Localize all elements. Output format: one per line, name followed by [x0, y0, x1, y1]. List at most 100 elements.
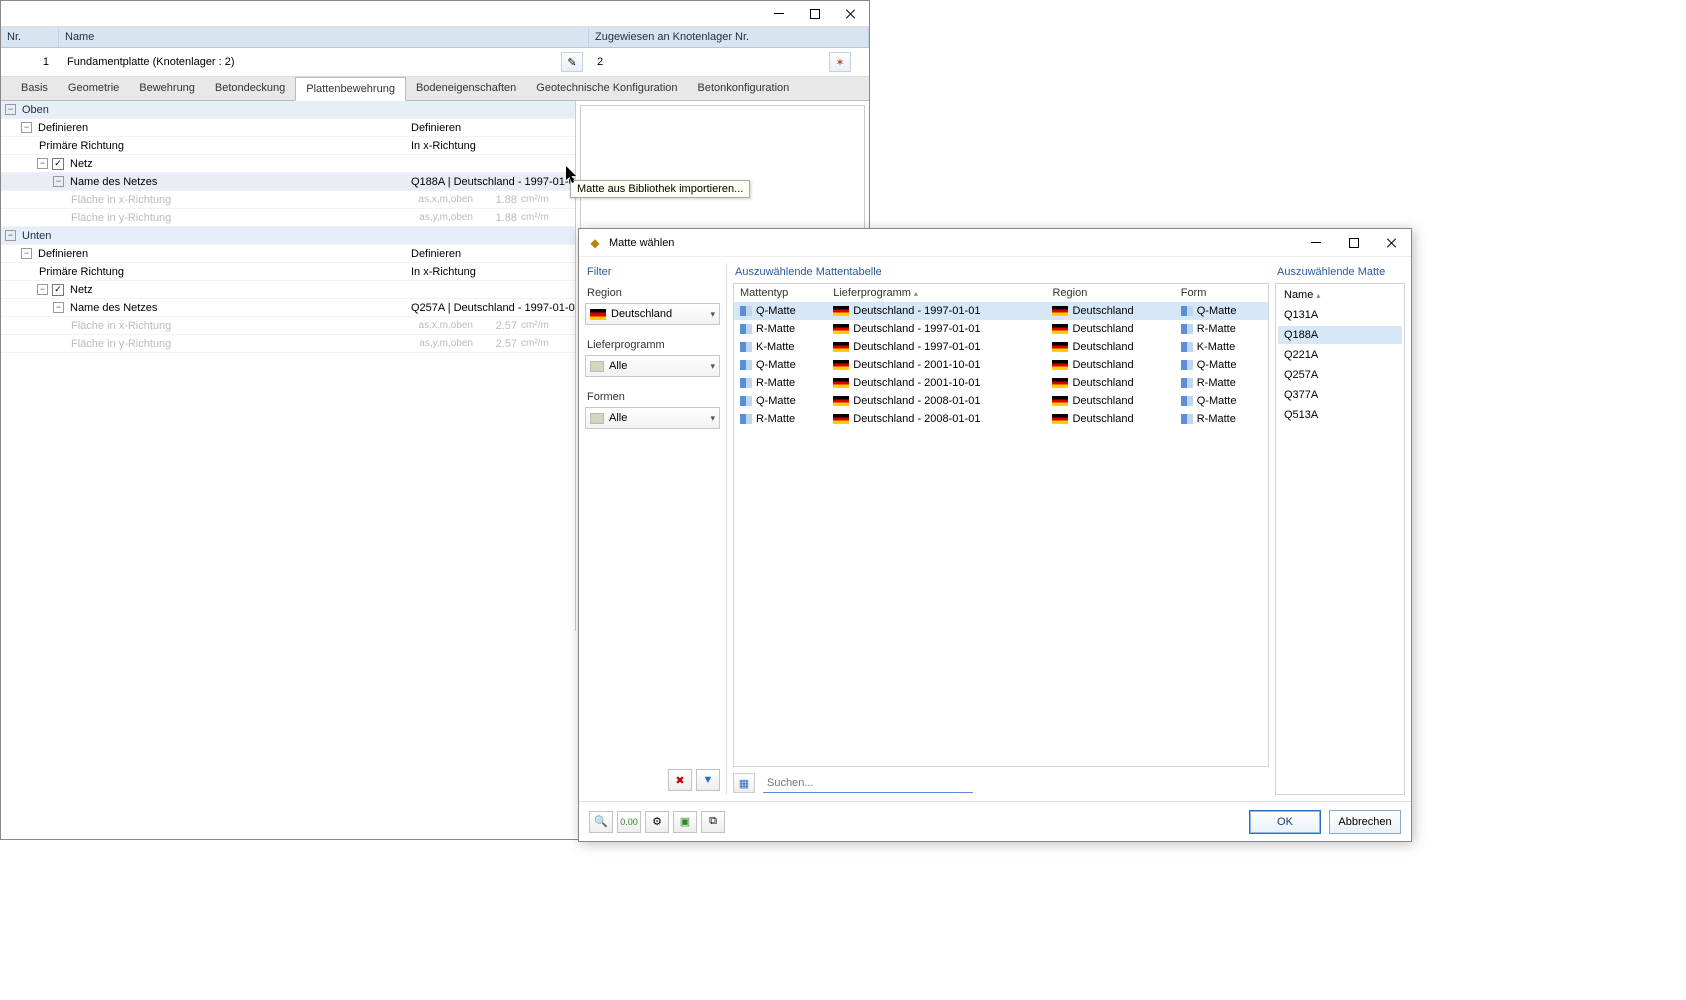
expand-icon[interactable]: − — [5, 104, 16, 115]
tree-label: Primäre Richtung — [37, 266, 411, 278]
list-item[interactable]: Q131A — [1278, 306, 1402, 324]
tree-value[interactable]: Q188A | Deutschland - 1997-01-01 — [411, 176, 571, 188]
footer-tool-units[interactable]: 0.00 — [617, 811, 641, 833]
zug-pick-button[interactable]: ✶ — [829, 52, 851, 72]
region-select[interactable]: Deutschland ▾ — [585, 303, 720, 325]
dialog-maximize-button[interactable] — [1335, 229, 1373, 257]
apply-filter-button[interactable]: ▼ — [696, 769, 720, 791]
type-icon — [740, 396, 752, 406]
table-row[interactable]: R-MatteDeutschland - 2001-10-01Deutschla… — [734, 374, 1268, 392]
expand-icon[interactable]: − — [37, 158, 48, 169]
tree-value[interactable]: Q257A | Deutschland - 1997-01-01 — [411, 302, 571, 314]
list-item[interactable]: Q513A — [1278, 406, 1402, 424]
close-button[interactable] — [833, 1, 869, 27]
table-row[interactable]: R-MatteDeutschland - 2008-01-01Deutschla… — [734, 410, 1268, 428]
col-prog[interactable]: Lieferprogramm▴ — [827, 284, 1046, 302]
ok-button[interactable]: OK — [1249, 810, 1321, 834]
list-item[interactable]: Q188A — [1278, 326, 1402, 344]
tree-label: Fläche in x-Richtung — [69, 194, 418, 206]
property-tree[interactable]: −Oben−DefinierenDefinierenPrimäre Richtu… — [1, 101, 576, 631]
tab-plattenbewehrung[interactable]: Plattenbewehrung — [295, 77, 406, 101]
dialog-icon: ◆ — [587, 235, 603, 251]
matte-list[interactable]: Name▴ Q131A Q188A Q221A Q257A Q377A Q513A — [1276, 284, 1404, 426]
tree-definieren[interactable]: −DefinierenDefinieren — [1, 119, 575, 137]
table-row[interactable]: Q-MatteDeutschland - 2001-10-01Deutschla… — [734, 356, 1268, 374]
table-row[interactable]: K-MatteDeutschland - 1997-01-01Deutschla… — [734, 338, 1268, 356]
cancel-button[interactable]: Abbrechen — [1329, 810, 1401, 834]
formen-select[interactable]: Alle ▾ — [585, 407, 720, 429]
tab-betonkonfiguration[interactable]: Betonkonfiguration — [688, 77, 800, 100]
expand-icon[interactable]: − — [21, 122, 32, 133]
formen-value: Alle — [609, 412, 627, 424]
col-region[interactable]: Region — [1046, 284, 1174, 302]
chevron-down-icon: ▾ — [710, 413, 715, 424]
type-icon — [1181, 342, 1193, 352]
col-form[interactable]: Form — [1175, 284, 1268, 302]
zug-input[interactable] — [595, 53, 825, 71]
list-item[interactable]: Q377A — [1278, 386, 1402, 404]
tree-primaer[interactable]: Primäre RichtungIn x-Richtung — [1, 137, 575, 155]
toggle-search-button[interactable]: ▦ — [733, 773, 755, 793]
matte-dialog: ◆ Matte wählen Filter Region Deutschland… — [578, 228, 1412, 842]
table-row[interactable]: Q-MatteDeutschland - 1997-01-01Deutschla… — [734, 302, 1268, 320]
copy-icon: ⧉ — [709, 815, 717, 828]
mat-col-header[interactable]: Name▴ — [1278, 286, 1402, 304]
tree-value[interactable]: Definieren — [411, 122, 571, 134]
dialog-minimize-button[interactable] — [1297, 229, 1335, 257]
expand-icon[interactable]: − — [21, 248, 32, 259]
tab-geotechnische konfiguration[interactable]: Geotechnische Konfiguration — [526, 77, 687, 100]
footer-tool-3[interactable]: ⚙ — [645, 811, 669, 833]
tree-primaer[interactable]: Primäre RichtungIn x-Richtung — [1, 263, 575, 281]
liefer-select[interactable]: Alle ▾ — [585, 355, 720, 377]
tree-unten[interactable]: −Unten — [1, 227, 575, 245]
tree-definieren[interactable]: −DefinierenDefinieren — [1, 245, 575, 263]
checkbox[interactable]: ✓ — [52, 284, 64, 296]
filter-pane: Filter Region Deutschland ▾ Lieferprogra… — [585, 263, 720, 795]
gear-icon: ⚙ — [652, 815, 662, 828]
tree-oben[interactable]: −Oben — [1, 101, 575, 119]
tree-label: Primäre Richtung — [37, 140, 411, 152]
table-row[interactable]: R-MatteDeutschland - 1997-01-01Deutschla… — [734, 320, 1268, 338]
liefer-value: Alle — [609, 360, 627, 372]
region-value: Deutschland — [611, 308, 672, 320]
tree-netz[interactable]: −✓Netz — [1, 155, 575, 173]
name-edit-button[interactable]: ✎ — [561, 52, 583, 72]
table-row[interactable]: Q-MatteDeutschland - 2008-01-01Deutschla… — [734, 392, 1268, 410]
minimize-button[interactable] — [761, 1, 797, 27]
tree-value[interactable]: Definieren — [411, 248, 571, 260]
checkbox[interactable]: ✓ — [52, 158, 64, 170]
tab-geometrie[interactable]: Geometrie — [58, 77, 129, 100]
tree-value[interactable]: In x-Richtung — [411, 266, 571, 278]
tree-value[interactable]: In x-Richtung — [411, 140, 571, 152]
list-item[interactable]: Q257A — [1278, 366, 1402, 384]
footer-tool-zoom[interactable]: 🔍 — [589, 811, 613, 833]
matte-table[interactable]: Mattentyp Lieferprogramm▴ Region Form Q-… — [734, 284, 1268, 428]
expand-icon[interactable]: − — [37, 284, 48, 295]
tab-betondeckung[interactable]: Betondeckung — [205, 77, 295, 100]
flag-de-icon — [1052, 306, 1068, 316]
footer-tool-5[interactable]: ⧉ — [701, 811, 725, 833]
tree-name-netz[interactable]: −Name des NetzesQ257A | Deutschland - 19… — [1, 299, 575, 317]
expand-icon[interactable]: − — [5, 230, 16, 241]
name-input[interactable] — [65, 53, 557, 71]
close-icon — [1386, 237, 1398, 249]
tab-bodeneigenschaften[interactable]: Bodeneigenschaften — [406, 77, 526, 100]
list-item[interactable]: Q221A — [1278, 346, 1402, 364]
grid-icon: ▦ — [739, 777, 749, 790]
tree-name-netz[interactable]: −Name des NetzesQ188A | Deutschland - 19… — [1, 173, 575, 191]
tab-bewehrung[interactable]: Bewehrung — [129, 77, 205, 100]
type-icon — [740, 324, 752, 334]
footer-tool-4[interactable]: ▣ — [673, 811, 697, 833]
col-type[interactable]: Mattentyp — [734, 284, 827, 302]
clear-filter-button[interactable]: ✖ — [668, 769, 692, 791]
maximize-button[interactable] — [797, 1, 833, 27]
expand-icon[interactable]: − — [53, 302, 64, 313]
tree-netz[interactable]: −✓Netz — [1, 281, 575, 299]
search-input[interactable] — [763, 774, 973, 793]
dialog-close-button[interactable] — [1373, 229, 1411, 257]
expand-icon[interactable]: − — [53, 176, 64, 187]
tree-label: Fläche in y-Richtung — [69, 212, 418, 224]
funnel-icon: ▼ — [703, 774, 714, 786]
tab-basis[interactable]: Basis — [11, 77, 58, 100]
magnifier-icon: 🔍 — [594, 815, 608, 828]
